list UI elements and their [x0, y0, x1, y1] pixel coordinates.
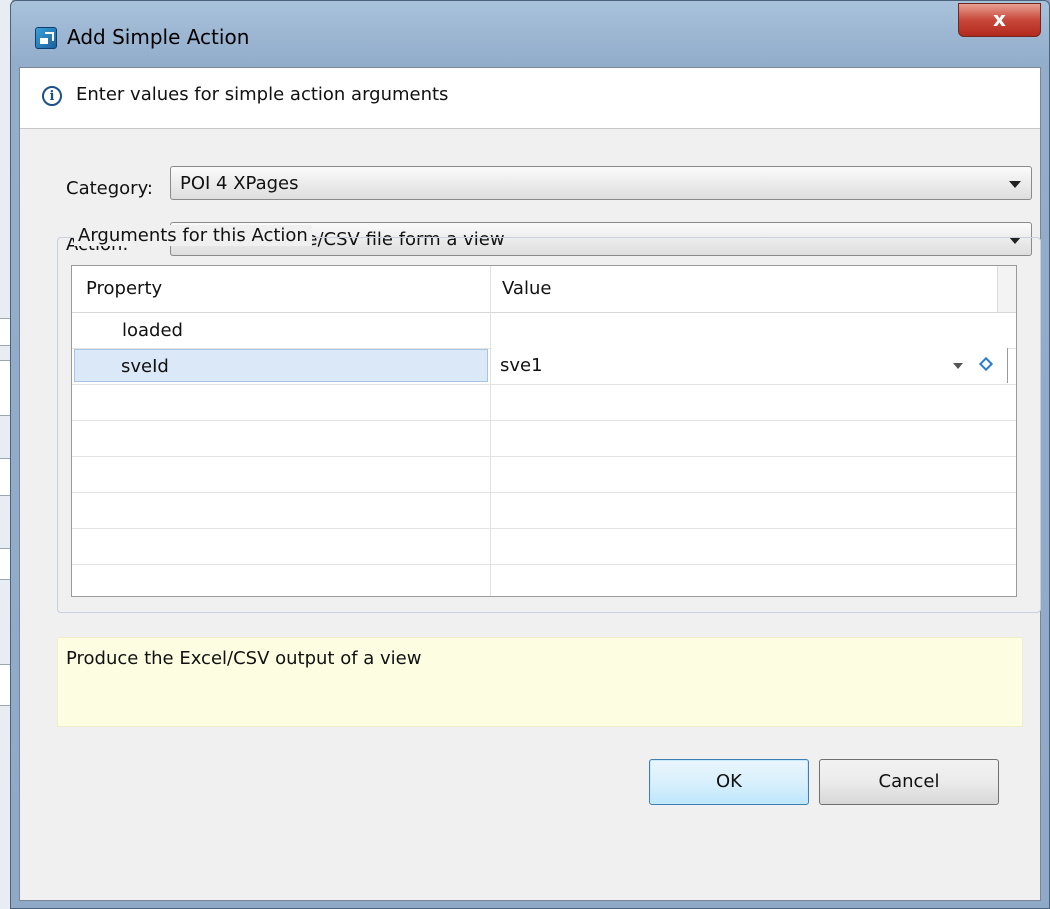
message-banner: i Enter values for simple action argumen…	[20, 68, 1040, 129]
column-header-value[interactable]: Value	[502, 278, 551, 299]
table-row[interactable]: loaded	[72, 312, 1016, 349]
property-name: sveId	[121, 356, 169, 377]
chevron-down-icon[interactable]	[953, 363, 963, 369]
dialog-title: Add Simple Action	[67, 25, 250, 49]
table-row	[72, 492, 1016, 529]
ok-button[interactable]: OK	[649, 759, 809, 805]
table-scroll-corner	[997, 266, 1016, 312]
table-header: Property Value	[72, 266, 1016, 313]
arguments-group-title: Arguments for this Action	[74, 225, 312, 246]
property-cell[interactable]: sveId	[74, 349, 488, 382]
table-row	[72, 420, 1016, 457]
category-label: Category:	[66, 178, 153, 199]
banner-message: Enter values for simple action arguments	[76, 84, 449, 105]
property-name: loaded	[122, 320, 183, 341]
value-input-text[interactable]: sve1	[500, 355, 543, 376]
app-icon	[35, 27, 57, 49]
cancel-button[interactable]: Cancel	[819, 759, 999, 805]
action-description: Produce the Excel/CSV output of a view	[57, 637, 1023, 727]
value-editor[interactable]: sve1	[492, 348, 1008, 383]
dialog-window: Add Simple Action x i Enter values for s…	[10, 0, 1050, 909]
compute-value-icon[interactable]	[978, 356, 994, 372]
table-row	[72, 528, 1016, 565]
table-row-selected[interactable]: sveId sve1	[72, 348, 1016, 385]
column-header-property[interactable]: Property	[86, 278, 162, 299]
close-button[interactable]: x	[958, 3, 1041, 37]
chevron-down-icon	[1009, 181, 1021, 188]
table-row	[72, 564, 1016, 596]
property-cell[interactable]: loaded	[74, 313, 488, 346]
arguments-table: Property Value loaded sveId sve1	[71, 265, 1017, 597]
category-value: POI 4 XPages	[180, 173, 299, 194]
info-icon: i	[42, 86, 62, 106]
category-select[interactable]: POI 4 XPages	[170, 166, 1032, 200]
title-bar[interactable]: Add Simple Action x	[11, 1, 1049, 71]
table-row	[72, 384, 1016, 421]
table-row	[72, 456, 1016, 493]
